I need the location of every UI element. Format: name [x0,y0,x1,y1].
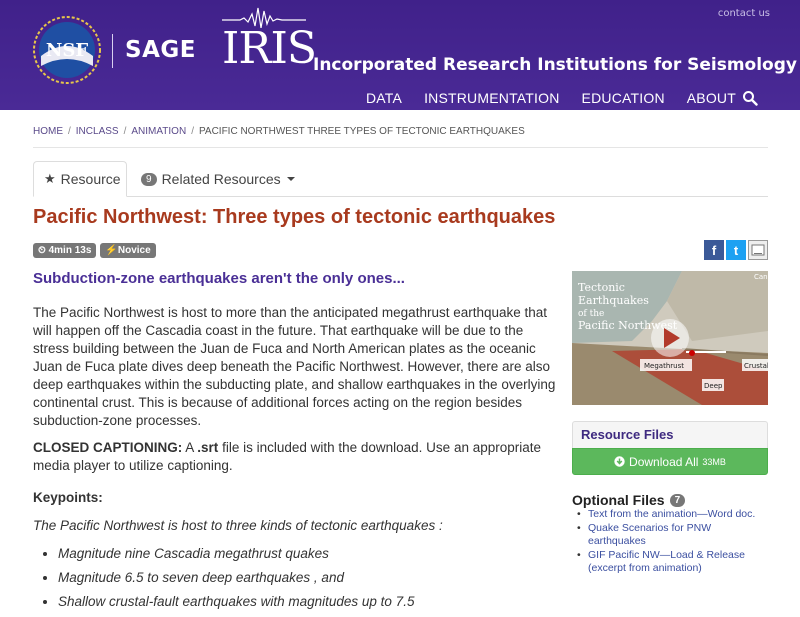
list-item: Magnitude nine Cascadia megathrust quake… [58,545,558,563]
cc-srt: .srt [197,440,219,455]
breadcrumb-inclass[interactable]: INCLASS [76,126,119,137]
keypoints-title: Keypoints: [33,490,103,505]
video-title-1: Tectonic [578,281,625,294]
resource-subtitle: Subduction-zone earthquakes aren't the o… [33,270,405,287]
resource-files-title: Resource Files [581,427,674,442]
google-classroom-icon[interactable] [748,240,768,260]
video-label-can: Can [754,273,768,281]
tab-resource[interactable]: ★ Resource [33,161,127,197]
download-icon [614,456,625,467]
nav-data[interactable]: DATA [366,90,402,106]
resource-description: Subduction-zone earthquakes aren't the o… [33,270,558,617]
optional-count-badge: 7 [669,493,686,507]
clock-icon: ⏲ [38,245,46,256]
optional-files-title: Optional Files 7 [572,492,690,508]
main-nav: DATA INSTRUMENTATION EDUCATION ABOUT [366,90,736,106]
logo-divider [112,34,113,68]
search-icon[interactable] [742,90,758,106]
sage-logo[interactable]: SAGE [125,37,196,63]
description-paragraph: The Pacific Northwest is host to more th… [33,305,556,428]
related-count-badge: 9 [141,172,157,186]
nsf-logo[interactable]: NSF [33,16,101,84]
breadcrumb-separator: / [191,126,194,137]
level-value: Novice [117,245,151,256]
breadcrumb-current: PACIFIC NORTHWEST THREE TYPES OF TECTONI… [198,126,525,137]
facebook-icon[interactable]: f [704,240,724,260]
tab-related-label: Related Resources [161,171,281,187]
breadcrumb-home[interactable]: HOME [33,126,63,137]
optional-file-link[interactable]: GIF Pacific NW—Load & Release (excerpt f… [574,549,768,575]
video-label-megathrust: Megathrust [644,362,684,370]
video-title-3: of the [578,309,604,319]
keypoints-list: Magnitude nine Cascadia megathrust quake… [33,545,558,611]
bolt-icon: ⚡ [105,245,118,256]
optional-files-label: Optional Files [572,492,665,508]
keypoints-intro: The Pacific Northwest is host to three k… [33,518,443,533]
video-thumbnail[interactable]: Tectonic Earthquakes of the Pacific Nort… [572,271,768,405]
page-title: Pacific Northwest: Three types of tecton… [33,206,556,228]
breadcrumb-separator: / [68,126,71,137]
list-item: Magnitude 6.5 to seven deep earthquakes … [58,569,558,587]
twitter-icon[interactable]: t [726,240,746,260]
nav-education[interactable]: EDUCATION [582,90,665,106]
video-illustration: Tectonic Earthquakes of the Pacific Nort… [572,271,768,405]
iris-full-name: Incorporated Research Institutions for S… [313,55,797,75]
download-size: 33MB [702,456,726,467]
iris-logo[interactable]: IRIS [222,24,317,74]
cc-label: CLOSED CAPTIONING: [33,440,183,455]
closed-captioning-note: CLOSED CAPTIONING: A .srt file is includ… [33,439,558,475]
list-item: Shallow crustal-fault earthquakes with m… [58,593,558,611]
download-all-button[interactable]: Download All 33MB [572,448,768,475]
duration-badge: ⏲ 4min 13s [33,243,97,258]
breadcrumb-animation[interactable]: ANIMATION [131,126,186,137]
optional-files-list: Text from the animation—Word doc. Quake … [574,508,768,576]
resource-files-panel: Resource Files [572,421,768,448]
contact-link[interactable]: contact us [718,8,770,19]
caret-down-icon [286,177,295,181]
tab-resource-label: Resource [60,171,121,187]
optional-file-link[interactable]: Quake Scenarios for PNW earthquakes [574,522,768,548]
nav-instrumentation[interactable]: INSTRUMENTATION [424,90,559,106]
duration-value: 4min 13s [48,245,92,256]
download-all-label: Download All [629,454,699,469]
nsf-logo-text: NSF [46,40,88,61]
star-icon: ★ [44,171,56,186]
breadcrumb: HOME / INCLASS / ANIMATION / PACIFIC NOR… [33,126,768,148]
optional-file-link[interactable]: Text from the animation—Word doc. [574,508,768,521]
level-badge: ⚡Novice [100,243,156,258]
video-label-deep: Deep [704,382,723,390]
site-header: contact us NSF SAGE IRIS Incorporated Re… [0,0,800,110]
nav-about[interactable]: ABOUT [687,90,736,106]
resource-tabs: ★ Resource 9 Related Resources [33,161,768,197]
social-share: f t [704,240,768,260]
video-title-2: Earthquakes [578,294,649,307]
breadcrumb-separator: / [123,126,127,137]
tab-related-resources[interactable]: 9 Related Resources [141,161,295,197]
cc-text-a: A [182,440,198,455]
meta-badges: ⏲ 4min 13s ⚡Novice [33,243,156,258]
video-label-crustal: Crustal [744,362,768,370]
